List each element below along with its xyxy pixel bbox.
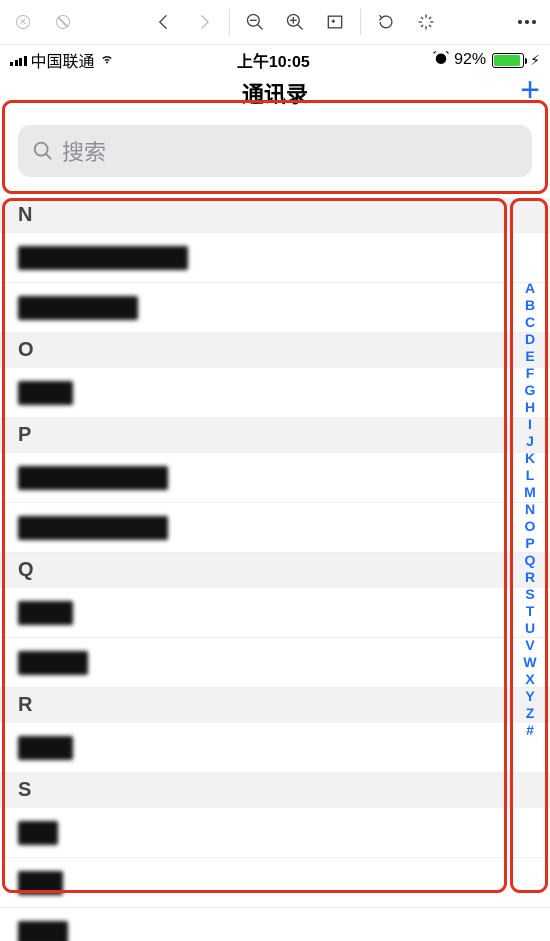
index-letter[interactable]: U xyxy=(525,620,535,636)
contact-name-redacted xyxy=(18,601,73,625)
carrier-label: 中国联通 xyxy=(31,48,95,72)
index-letter[interactable]: S xyxy=(525,586,534,602)
contact-name-redacted xyxy=(18,821,58,845)
index-letter[interactable]: W xyxy=(523,654,536,670)
index-letter[interactable]: # xyxy=(526,722,534,738)
contacts-list[interactable]: NOPQRS xyxy=(0,198,550,941)
index-letter[interactable]: I xyxy=(528,416,532,432)
index-letter[interactable]: X xyxy=(525,671,534,687)
block-icon[interactable] xyxy=(48,7,78,37)
contact-row[interactable] xyxy=(0,723,550,773)
search-placeholder: 搜索 xyxy=(62,135,106,167)
index-letter[interactable]: B xyxy=(525,297,535,313)
contact-name-redacted xyxy=(18,246,188,270)
aspect-ratio-button[interactable] xyxy=(320,7,350,37)
magic-wand-button[interactable] xyxy=(411,7,441,37)
contact-row[interactable] xyxy=(0,368,550,418)
index-letter[interactable]: T xyxy=(526,603,535,619)
index-letter[interactable]: Z xyxy=(526,705,535,721)
contact-row[interactable] xyxy=(0,908,550,941)
section-header: Q xyxy=(0,553,550,588)
section-header: N xyxy=(0,198,550,233)
zoom-in-button[interactable] xyxy=(280,7,310,37)
contact-row[interactable] xyxy=(0,503,550,553)
viewer-toolbar: ✕ xyxy=(0,0,550,45)
index-letter[interactable]: V xyxy=(525,637,534,653)
contact-name-redacted xyxy=(18,466,168,490)
contact-row[interactable] xyxy=(0,588,550,638)
index-letter[interactable]: R xyxy=(525,569,535,585)
index-letter[interactable]: M xyxy=(524,484,536,500)
contact-row[interactable] xyxy=(0,233,550,283)
status-bar: 中国联通 上午10:05 92% ⚡︎ xyxy=(0,45,550,75)
index-letter[interactable]: N xyxy=(525,501,535,517)
search-icon xyxy=(32,140,54,162)
search-container: 搜索 xyxy=(0,111,550,191)
divider xyxy=(360,9,361,35)
index-letter[interactable]: K xyxy=(525,450,535,466)
index-letter[interactable]: C xyxy=(525,314,535,330)
index-letter[interactable]: Y xyxy=(525,688,534,704)
contact-name-redacted xyxy=(18,381,73,405)
add-contact-button[interactable]: + xyxy=(520,71,540,110)
contact-name-redacted xyxy=(18,296,138,320)
wifi-icon xyxy=(99,50,115,71)
section-header: R xyxy=(0,688,550,723)
index-letter[interactable]: H xyxy=(525,399,535,415)
charging-icon: ⚡︎ xyxy=(530,52,540,69)
contact-name-redacted xyxy=(18,516,168,540)
index-letter[interactable]: P xyxy=(525,535,534,551)
alarm-icon xyxy=(432,49,450,72)
close-icon[interactable]: ✕ xyxy=(8,7,38,37)
clock-label: 上午10:05 xyxy=(115,48,433,72)
contact-row[interactable] xyxy=(0,453,550,503)
index-letter[interactable]: O xyxy=(525,518,536,534)
index-letter[interactable]: G xyxy=(525,382,536,398)
forward-button[interactable] xyxy=(189,7,219,37)
rotate-button[interactable] xyxy=(371,7,401,37)
index-letter[interactable]: L xyxy=(526,467,535,483)
battery-icon xyxy=(492,53,524,68)
back-button[interactable] xyxy=(149,7,179,37)
battery-pct: 92% xyxy=(454,51,486,69)
nav-bar: 通讯录 + xyxy=(0,75,550,111)
contact-name-redacted xyxy=(18,871,63,895)
contact-name-redacted xyxy=(18,651,88,675)
index-letter[interactable]: E xyxy=(525,348,534,364)
contact-row[interactable] xyxy=(0,858,550,908)
index-letter[interactable]: F xyxy=(526,365,535,381)
page-title: 通讯录 xyxy=(242,77,308,109)
index-letter[interactable]: Q xyxy=(525,552,536,568)
section-header: P xyxy=(0,418,550,453)
index-letter[interactable]: D xyxy=(525,331,535,347)
contact-name-redacted xyxy=(18,736,73,760)
contact-row[interactable] xyxy=(0,808,550,858)
divider xyxy=(229,9,230,35)
search-input[interactable]: 搜索 xyxy=(18,125,532,177)
alpha-index[interactable]: ABCDEFGHIJKLMNOPQRSTUVWXYZ# xyxy=(516,280,544,738)
contact-row[interactable] xyxy=(0,638,550,688)
contact-row[interactable] xyxy=(0,283,550,333)
index-letter[interactable]: A xyxy=(525,280,535,296)
more-button[interactable] xyxy=(512,7,542,37)
signal-icon xyxy=(10,54,27,66)
index-letter[interactable]: J xyxy=(526,433,534,449)
section-header: O xyxy=(0,333,550,368)
section-header: S xyxy=(0,773,550,808)
zoom-out-button[interactable] xyxy=(240,7,270,37)
